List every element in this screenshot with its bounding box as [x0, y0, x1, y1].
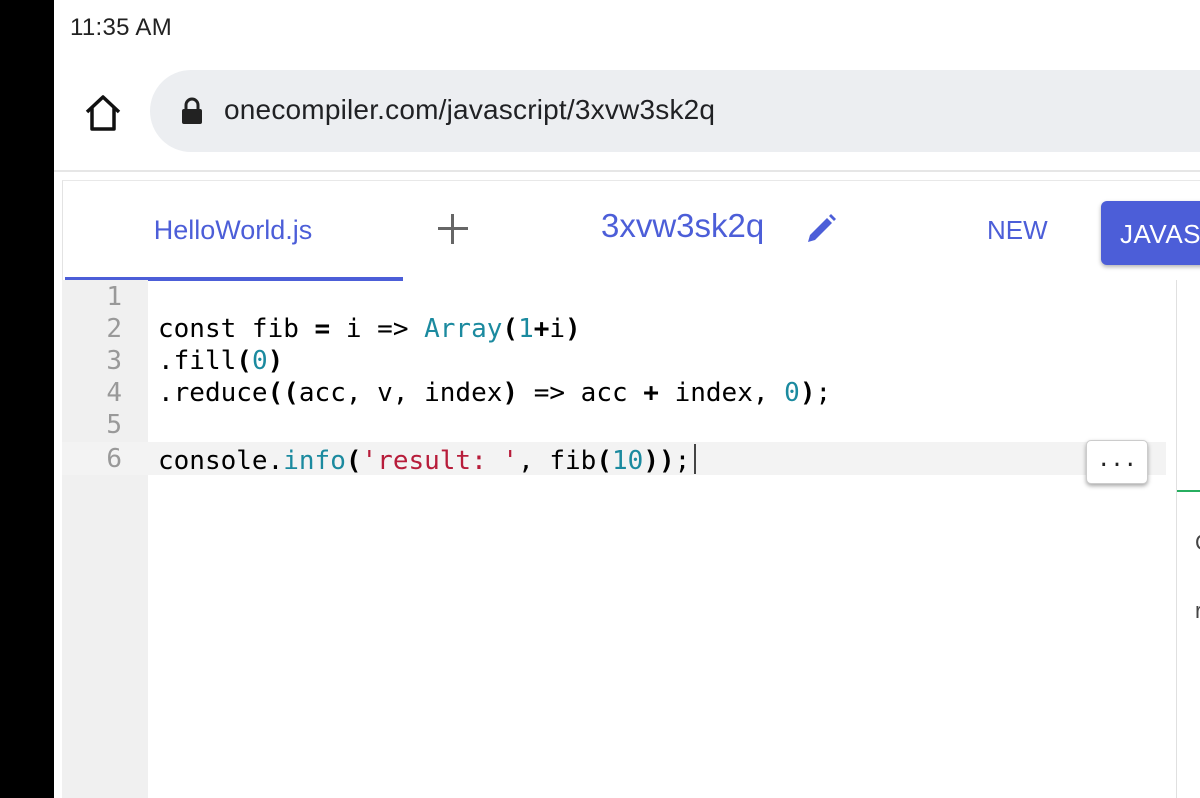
line-number: 4 [106, 378, 122, 408]
line-number: 5 [106, 410, 122, 440]
code-token: 1 [518, 314, 534, 344]
home-button[interactable] [80, 90, 126, 136]
code-token: + [643, 378, 659, 408]
code-token: info [283, 446, 346, 476]
screen: 11:35 AM onecompiler.com/javascript/3xvw… [54, 0, 1200, 798]
code-token: 10 [612, 446, 644, 476]
address-bar[interactable]: onecompiler.com/javascript/3xvw3sk2q [150, 70, 1200, 152]
code-token: .fill [158, 346, 237, 376]
code-token: i [549, 314, 566, 344]
line-number: 1 [106, 282, 122, 312]
line-number: 3 [106, 346, 122, 376]
output-divider [1177, 490, 1200, 492]
code-line-4[interactable]: .reduce((acc, v, index) => acc + index, … [158, 378, 831, 408]
code-token: ( [502, 314, 519, 344]
lock-icon [182, 97, 202, 124]
new-button[interactable]: NEW [987, 215, 1048, 246]
line-number: 6 [106, 444, 122, 474]
output-text-partial: r [1195, 598, 1200, 623]
home-icon [85, 95, 121, 131]
tab-helloworld[interactable]: HelloWorld.js [65, 181, 401, 279]
code-token: 0 [784, 378, 800, 408]
code-token: ; [674, 446, 691, 476]
code-line-3[interactable]: .fill(0) [158, 346, 283, 376]
more-actions-button[interactable]: ... [1086, 440, 1148, 484]
code-token: , fib [518, 446, 597, 476]
code-token: ) [502, 378, 519, 408]
url-text[interactable]: onecompiler.com/javascript/3xvw3sk2q [224, 94, 715, 126]
code-token: ) [799, 378, 816, 408]
line-number: 2 [106, 314, 122, 344]
code-token: ( [345, 446, 362, 476]
code-token: (( [267, 378, 299, 408]
code-token: ( [236, 346, 252, 376]
tab-label: HelloWorld.js [153, 214, 313, 245]
code-token: 'result: ' [361, 446, 519, 476]
code-token: ( [596, 446, 612, 476]
editor-header: HelloWorld.js 3xvw3sk2q NEW JAVASC [62, 180, 1200, 798]
code-token: Array [424, 314, 503, 344]
code-token: ) [267, 346, 284, 376]
status-time: 11:35 AM [70, 14, 173, 41]
code-token: )) [643, 446, 675, 476]
code-token: ; [815, 378, 832, 408]
language-button[interactable]: JAVASC [1101, 201, 1200, 265]
code-token: .reduce [158, 378, 268, 408]
device-bezel [0, 0, 54, 798]
code-token: ) [565, 314, 581, 344]
output-panel: C r [1176, 280, 1200, 798]
text-cursor [694, 444, 697, 474]
code-token: + [533, 314, 550, 344]
code-token: const fib [158, 314, 315, 344]
language-label: JAVASC [1120, 219, 1200, 249]
code-line-6[interactable]: console.info('result: ', fib(10)); [158, 444, 697, 476]
code-line-2[interactable]: const fib = i => Array(1+i) [158, 314, 581, 344]
code-id-title: 3xvw3sk2q [601, 207, 765, 244]
code-token: acc, v, index [298, 378, 503, 408]
code-token: = [314, 314, 331, 344]
add-tab-icon[interactable] [433, 209, 473, 249]
code-token: i => [330, 314, 425, 344]
code-token: 0 [251, 346, 268, 376]
code-token: => acc [518, 378, 644, 408]
output-text-partial: C [1195, 530, 1200, 556]
toolbar-divider [54, 170, 1200, 172]
code-token: index, [658, 378, 785, 408]
edit-pencil-icon[interactable] [803, 211, 839, 247]
code-token: console. [158, 446, 284, 476]
